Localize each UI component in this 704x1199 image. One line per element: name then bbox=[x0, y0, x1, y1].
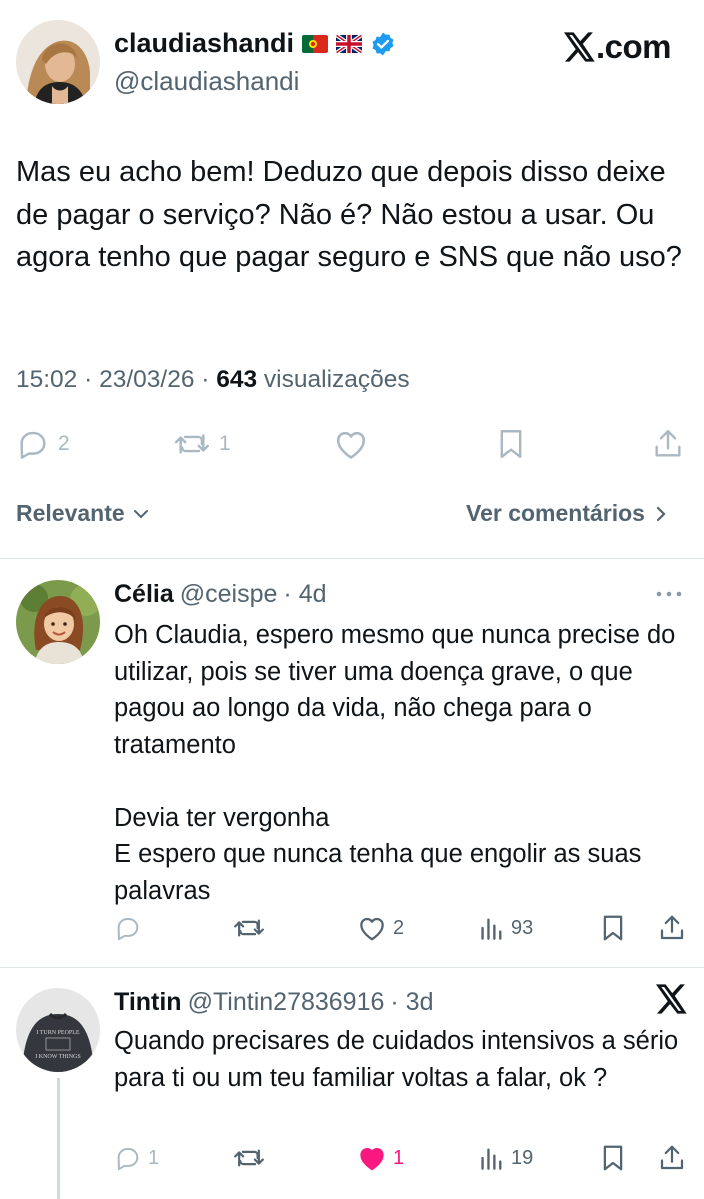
shirt-text-1: I TURN PEOPLE bbox=[36, 1030, 80, 1036]
chevron-down-icon bbox=[131, 504, 151, 524]
retweet-button[interactable] bbox=[233, 1143, 265, 1173]
retweet-button[interactable]: 1 bbox=[173, 424, 231, 464]
reply-text: Oh Claudia, espero mesmo que nunca preci… bbox=[114, 621, 676, 905]
tweet-timestamp[interactable]: 15:02 · 23/03/26 · bbox=[16, 366, 216, 393]
shirt-text-2: I KNOW THINGS bbox=[35, 1054, 80, 1060]
retweet-button[interactable] bbox=[233, 913, 265, 943]
views-count: 643 bbox=[216, 366, 258, 393]
retweet-icon bbox=[233, 1143, 265, 1173]
sort-label: Relevante bbox=[16, 500, 125, 526]
share-button[interactable] bbox=[658, 1143, 686, 1173]
x-logo-icon bbox=[656, 984, 688, 1014]
views-chart-icon bbox=[479, 1143, 505, 1173]
share-icon bbox=[658, 913, 686, 943]
sort-dropdown[interactable]: Relevante bbox=[16, 500, 151, 527]
like-count: 1 bbox=[393, 1146, 405, 1169]
chevron-right-icon bbox=[651, 504, 671, 524]
reply-button[interactable]: 1 bbox=[114, 1143, 159, 1173]
divider bbox=[0, 558, 704, 559]
view-count: 19 bbox=[511, 1146, 534, 1169]
reply-icon bbox=[114, 913, 142, 943]
bookmark-button[interactable] bbox=[496, 424, 526, 464]
retweet-icon bbox=[173, 427, 211, 461]
bookmark-icon bbox=[600, 913, 626, 943]
author-handle[interactable]: @claudiashandi bbox=[114, 66, 299, 97]
bookmark-icon bbox=[600, 1143, 626, 1173]
reply-count: 1 bbox=[148, 1146, 160, 1169]
reply-avatar[interactable]: I TURN PEOPLE I KNOW THINGS bbox=[16, 988, 100, 1072]
like-button[interactable]: 1 bbox=[357, 1143, 404, 1173]
share-icon bbox=[652, 427, 684, 461]
like-button[interactable]: 2 bbox=[357, 913, 404, 943]
like-filled-icon bbox=[357, 1143, 387, 1173]
views-button[interactable]: 19 bbox=[479, 1143, 533, 1173]
views-label: visualizações bbox=[257, 366, 410, 393]
view-comments-link[interactable]: Ver comentários bbox=[466, 500, 671, 527]
bookmark-icon bbox=[496, 427, 526, 461]
author-avatar[interactable] bbox=[16, 20, 100, 104]
tweet-meta: 15:02 · 23/03/26 · 643 visualizações bbox=[16, 366, 410, 394]
views-button[interactable]: 93 bbox=[479, 913, 533, 943]
view-comments-label: Ver comentários bbox=[466, 500, 645, 526]
like-count: 2 bbox=[393, 916, 405, 939]
author-name-row: claudiashandi bbox=[114, 28, 396, 59]
author-name[interactable]: claudiashandi bbox=[114, 28, 294, 59]
reply-author-name[interactable]: Tintin bbox=[114, 988, 182, 1017]
uk-flag-icon bbox=[336, 34, 363, 53]
more-options-icon[interactable] bbox=[654, 588, 684, 600]
like-icon bbox=[333, 427, 369, 461]
reply-age[interactable]: · 4d bbox=[283, 580, 326, 609]
reply-icon bbox=[114, 1143, 142, 1173]
x-com-logo: .com bbox=[564, 28, 672, 66]
thread-line bbox=[57, 1078, 60, 1199]
share-button[interactable] bbox=[658, 913, 686, 943]
like-button[interactable] bbox=[333, 424, 369, 464]
view-count: 93 bbox=[511, 916, 534, 939]
retweet-count: 1 bbox=[219, 432, 231, 455]
reply-header: Célia @ceispe · 4d bbox=[114, 580, 327, 609]
reply-count: 2 bbox=[58, 432, 70, 455]
divider bbox=[0, 967, 704, 968]
share-icon bbox=[658, 1143, 686, 1173]
reply-header: Tintin @Tintin27836916 · 3d bbox=[114, 988, 434, 1017]
like-icon bbox=[357, 913, 387, 943]
reply-author-handle[interactable]: @ceispe bbox=[180, 580, 278, 609]
tweet-text: Mas eu acho bem! Deduzo que depois disso… bbox=[16, 156, 682, 273]
x-logo-icon bbox=[564, 32, 596, 62]
share-button[interactable] bbox=[652, 424, 684, 464]
views-chart-icon bbox=[479, 913, 505, 943]
reply-age[interactable]: · 3d bbox=[390, 988, 433, 1017]
reply-avatar[interactable] bbox=[16, 580, 100, 664]
reply-author-handle[interactable]: @Tintin27836916 bbox=[188, 988, 385, 1017]
verified-badge-icon bbox=[370, 31, 396, 57]
site-label: .com bbox=[596, 28, 672, 65]
reply-text: Quando precisares de cuidados intensivos… bbox=[114, 1027, 679, 1092]
reply-icon bbox=[16, 427, 50, 461]
reply-author-name[interactable]: Célia bbox=[114, 580, 174, 609]
portugal-flag-icon bbox=[302, 34, 329, 53]
reply-button[interactable] bbox=[114, 913, 142, 943]
bookmark-button[interactable] bbox=[600, 913, 626, 943]
reply-button[interactable]: 2 bbox=[16, 424, 70, 464]
retweet-icon bbox=[233, 913, 265, 943]
bookmark-button[interactable] bbox=[600, 1143, 626, 1173]
